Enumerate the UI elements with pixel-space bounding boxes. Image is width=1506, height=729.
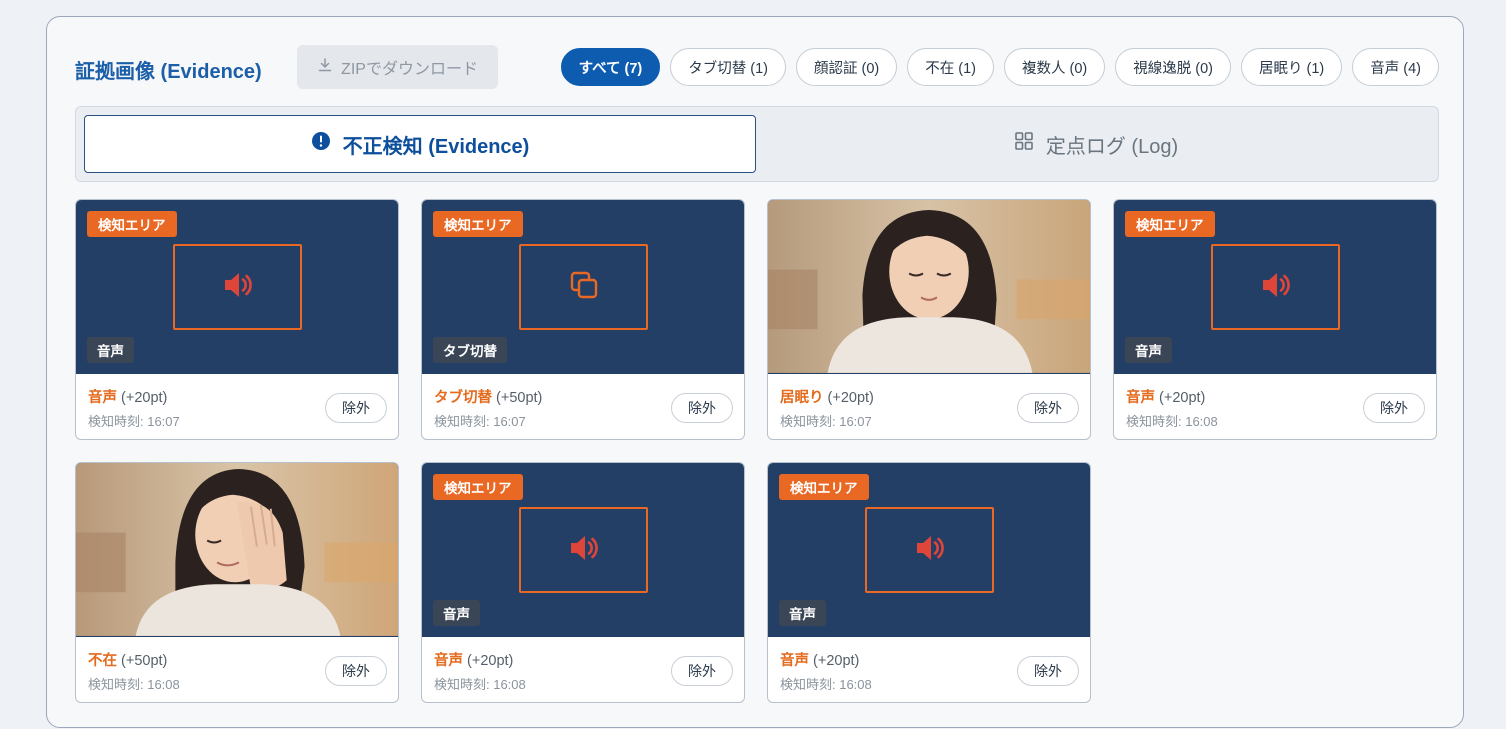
detection-area-badge: 検知エリア [433, 474, 523, 500]
evidence-card: 検知エリア 音声 音声 (+20pt) 検知時刻: 16:08 除外 [421, 462, 745, 703]
covering-face-photo [76, 463, 398, 636]
tab-evidence[interactable]: 不正検知 (Evidence) [84, 115, 756, 173]
exclude-button[interactable]: 除外 [671, 656, 733, 686]
exclude-button[interactable]: 除外 [325, 656, 387, 686]
filter-chip-gaze[interactable]: 視線逸脱 (0) [1115, 48, 1231, 86]
view-tabs: 不正検知 (Evidence) 定点ログ (Log) [75, 106, 1439, 182]
speaker-icon [912, 530, 948, 571]
evidence-card: 不在 (+50pt) 検知時刻: 16:08 除外 [75, 462, 399, 703]
filter-chip-absence[interactable]: 不在 (1) [907, 48, 994, 86]
exclude-button[interactable]: 除外 [671, 393, 733, 423]
detection-points: (+20pt) [1159, 390, 1206, 406]
thumb-type-tag: 音声 [433, 600, 480, 626]
thumb-type-tag: 音声 [87, 337, 134, 363]
detection-area-badge: 検知エリア [433, 211, 523, 237]
detection-box [519, 244, 648, 330]
evidence-card: 検知エリア 音声 音声 (+20pt) 検知時刻: 16:08 除外 [1113, 199, 1437, 440]
card-info: 音声 (+20pt) 検知時刻: 16:08 [780, 649, 872, 693]
detection-kind: 音声 [1126, 390, 1155, 406]
detection-points: (+50pt) [121, 653, 168, 669]
detection-kind: 不在 [88, 653, 117, 669]
card-info: 音声 (+20pt) 検知時刻: 16:07 [88, 386, 180, 430]
page-title: 証拠画像 (Evidence) [75, 61, 262, 83]
detection-area-badge: 検知エリア [87, 211, 177, 237]
speaker-icon [220, 267, 256, 308]
detection-points: (+20pt) [467, 653, 514, 669]
detection-kind: 音声 [780, 653, 809, 669]
evidence-card: 居眠り (+20pt) 検知時刻: 16:07 除外 [767, 199, 1091, 440]
speaker-icon [566, 530, 602, 571]
evidence-card: 検知エリア 音声 音声 (+20pt) 検知時刻: 16:07 除外 [75, 199, 399, 440]
detection-time: 検知時刻: 16:07 [88, 414, 180, 429]
detection-box [173, 244, 302, 330]
detection-time: 検知時刻: 16:07 [780, 414, 872, 429]
evidence-panel: 証拠画像 (Evidence) ZIPでダウンロード すべて (7) タブ切替 … [46, 16, 1464, 728]
card-info: 居眠り (+20pt) 検知時刻: 16:07 [780, 386, 874, 430]
filter-chip-face-auth[interactable]: 顔認証 (0) [796, 48, 898, 86]
zip-download-button[interactable]: ZIPでダウンロード [297, 45, 498, 89]
detection-time: 検知時刻: 16:08 [1126, 414, 1218, 429]
detection-time: 検知時刻: 16:08 [434, 677, 526, 692]
thumb-type-tag: タブ切替 [433, 337, 507, 363]
detection-box [519, 507, 648, 593]
filter-chip-dozing[interactable]: 居眠り (1) [1241, 48, 1343, 86]
exclude-button[interactable]: 除外 [1363, 393, 1425, 423]
detection-area-badge: 検知エリア [779, 474, 869, 500]
copy-icon [566, 267, 602, 308]
filter-chip-tab-switch[interactable]: タブ切替 (1) [670, 48, 786, 86]
detection-kind: 音声 [434, 653, 463, 669]
download-icon [317, 57, 333, 78]
filter-chip-multiple-people[interactable]: 複数人 (0) [1004, 48, 1106, 86]
evidence-photo-thumbnail[interactable] [76, 463, 398, 637]
zip-download-label: ZIPでダウンロード [341, 61, 478, 78]
sleeping-person-photo [768, 200, 1090, 373]
speaker-icon [1258, 267, 1294, 308]
tab-log[interactable]: 定点ログ (Log) [760, 115, 1432, 173]
evidence-thumbnail[interactable]: 検知エリア 音声 [1114, 200, 1436, 374]
detection-time: 検知時刻: 16:07 [434, 414, 526, 429]
detection-kind: 音声 [88, 390, 117, 406]
evidence-thumbnail[interactable]: 検知エリア 音声 [768, 463, 1090, 637]
evidence-thumbnail[interactable]: 検知エリア 音声 [422, 463, 744, 637]
exclude-button[interactable]: 除外 [1017, 656, 1079, 686]
detection-area-badge: 検知エリア [1125, 211, 1215, 237]
thumb-type-tag: 音声 [1125, 337, 1172, 363]
filter-chip-audio[interactable]: 音声 (4) [1352, 48, 1439, 86]
thumb-type-tag: 音声 [779, 600, 826, 626]
detection-time: 検知時刻: 16:08 [88, 677, 180, 692]
card-info: 不在 (+50pt) 検知時刻: 16:08 [88, 649, 180, 693]
exclude-button[interactable]: 除外 [1017, 393, 1079, 423]
evidence-card: 検知エリア タブ切替 タブ切替 (+50pt) 検知時刻: 16:07 除外 [421, 199, 745, 440]
detection-points: (+20pt) [121, 390, 168, 406]
grid-icon [1014, 131, 1034, 157]
exclude-button[interactable]: 除外 [325, 393, 387, 423]
tab-evidence-label: 不正検知 (Evidence) [342, 135, 530, 158]
detection-kind: 居眠り [780, 390, 824, 406]
evidence-header: 証拠画像 (Evidence) ZIPでダウンロード すべて (7) タブ切替 … [75, 45, 1439, 89]
detection-time: 検知時刻: 16:08 [780, 677, 872, 692]
evidence-thumbnail[interactable]: 検知エリア タブ切替 [422, 200, 744, 374]
detection-box [1211, 244, 1340, 330]
evidence-thumbnail[interactable]: 検知エリア 音声 [76, 200, 398, 374]
evidence-card: 検知エリア 音声 音声 (+20pt) 検知時刻: 16:08 除外 [767, 462, 1091, 703]
card-info: 音声 (+20pt) 検知時刻: 16:08 [434, 649, 526, 693]
detection-kind: タブ切替 [434, 390, 492, 406]
filter-chip-all[interactable]: すべて (7) [560, 48, 661, 86]
evidence-photo-thumbnail[interactable] [768, 200, 1090, 374]
tab-log-label: 定点ログ (Log) [1045, 135, 1179, 158]
filter-chip-group: すべて (7) タブ切替 (1) 顔認証 (0) 不在 (1) 複数人 (0) … [560, 48, 1439, 86]
detection-points: (+20pt) [827, 390, 874, 406]
detection-box [865, 507, 994, 593]
card-info: タブ切替 (+50pt) 検知時刻: 16:07 [434, 386, 542, 430]
detection-points: (+20pt) [813, 653, 860, 669]
alert-icon [311, 131, 331, 157]
card-info: 音声 (+20pt) 検知時刻: 16:08 [1126, 386, 1218, 430]
detection-points: (+50pt) [496, 390, 543, 406]
